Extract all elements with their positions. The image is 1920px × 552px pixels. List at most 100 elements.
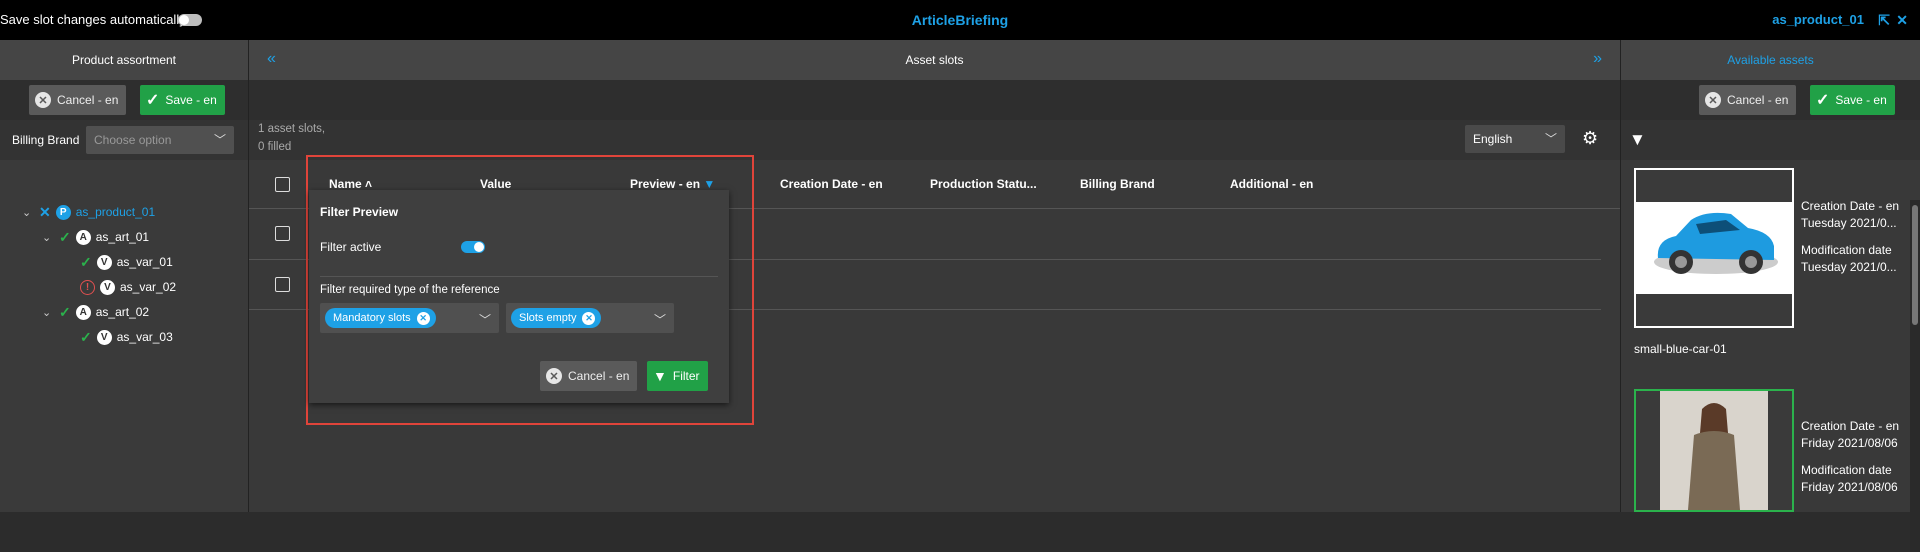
- row-checkbox[interactable]: [275, 226, 290, 241]
- product-assortment-panel: Product assortment ✕ Cancel - en ✓ Save …: [0, 40, 248, 512]
- modified-label: Modification date: [1801, 463, 1892, 477]
- remove-tag-icon[interactable]: ✕: [582, 311, 596, 325]
- tree-label: as_art_01: [95, 230, 150, 244]
- language-select[interactable]: English ﹀: [1465, 125, 1565, 153]
- tree-label: as_art_02: [95, 305, 150, 319]
- article-type-icon: A: [75, 229, 91, 245]
- save-label: Save - en: [165, 93, 217, 107]
- check-icon: ✓: [80, 328, 92, 345]
- collapse-right-icon[interactable]: »: [1593, 50, 1602, 68]
- tree-item-article[interactable]: ⌄ ✓ A as_art_02: [42, 302, 149, 322]
- product-type-icon: P: [55, 204, 71, 220]
- tree-item-article[interactable]: ⌄ ✓ A as_art_01: [42, 227, 149, 247]
- chevron-down-icon[interactable]: ⌄: [42, 306, 54, 319]
- article-type-icon: A: [75, 304, 91, 320]
- panel-title: Asset slots: [249, 40, 1620, 80]
- top-bar: Save slot changes automatically ArticleB…: [0, 0, 1920, 40]
- column-creation-date[interactable]: Creation Date - en: [780, 177, 883, 191]
- tag-label: Slots empty: [519, 312, 577, 324]
- save-label: Save - en: [1835, 93, 1887, 107]
- gear-icon[interactable]: ⚙: [1582, 128, 1598, 149]
- slot-count: 1 asset slots,: [258, 123, 326, 135]
- product-name-link[interactable]: as_product_01: [1772, 12, 1864, 27]
- tree-item-variant[interactable]: ! V as_var_02: [80, 277, 176, 297]
- tag-mandatory-slots[interactable]: Mandatory slots ✕: [325, 308, 436, 328]
- select-all-checkbox[interactable]: [275, 177, 290, 192]
- chevron-down-icon[interactable]: ﹀: [479, 311, 491, 328]
- asset-name: small-blue-car-01: [1634, 342, 1727, 356]
- save-button[interactable]: ✓ Save - en: [1810, 85, 1895, 115]
- filter-button[interactable]: ▼ Filter: [647, 361, 708, 391]
- open-external-icon[interactable]: ⇱: [1878, 12, 1890, 29]
- right-toolbar: ✕ Cancel - en ✓ Save - en: [1621, 80, 1920, 120]
- app-title: ArticleBriefing: [911, 12, 1009, 28]
- divider: [320, 276, 718, 277]
- tag-slots-empty[interactable]: Slots empty ✕: [511, 308, 602, 328]
- language-value: English: [1473, 132, 1513, 146]
- column-production-status[interactable]: Production Statu...: [930, 177, 1037, 191]
- cancel-label: Cancel - en: [57, 93, 119, 107]
- check-icon: ✓: [59, 303, 71, 320]
- modified-value: Friday 2021/08/06: [1801, 480, 1898, 494]
- coat-woman-image: [1636, 391, 1792, 510]
- cancel-button[interactable]: ✕ Cancel - en: [29, 85, 127, 115]
- remove-tag-icon[interactable]: ✕: [416, 311, 430, 325]
- slots-info-bar: 1 asset slots, 0 filled English ﹀ ⚙: [249, 120, 1620, 160]
- chevron-down-icon: ﹀: [1544, 132, 1557, 146]
- chevron-down-icon[interactable]: ﹀: [654, 311, 666, 328]
- panel-title: Available assets: [1621, 40, 1920, 80]
- row-checkbox[interactable]: [275, 277, 290, 292]
- filled-count: 0 filled: [258, 141, 292, 153]
- popup-title: Filter Preview: [320, 205, 399, 219]
- variant-type-icon: V: [100, 279, 115, 295]
- check-icon: ✓: [80, 253, 92, 270]
- save-button[interactable]: ✓ Save - en: [140, 85, 225, 115]
- created-label: Creation Date - en: [1801, 419, 1900, 433]
- variant-type-icon: V: [96, 254, 112, 270]
- tree-label: as_var_03: [116, 330, 173, 344]
- required-type-select[interactable]: Mandatory slots ✕ ﹀: [320, 303, 499, 333]
- billing-bar: Billing Brand Choose option ﹀: [0, 120, 248, 160]
- check-icon: ✓: [59, 228, 71, 245]
- tree-label: as_product_01: [75, 205, 156, 219]
- asset-thumbnail[interactable]: [1634, 389, 1794, 512]
- created-label: Creation Date - en: [1801, 199, 1900, 213]
- asset-meta: Creation Date - en Friday 2021/08/06 Mod…: [1801, 418, 1919, 496]
- tree-item-product[interactable]: ⌄ ✕ P as_product_01: [22, 202, 155, 222]
- popup-cancel-button[interactable]: ✕ Cancel - en: [540, 361, 638, 391]
- cancel-icon: ✕: [1705, 92, 1721, 108]
- asset-thumbnail[interactable]: [1634, 168, 1794, 328]
- column-billing-brand[interactable]: Billing Brand: [1080, 177, 1155, 191]
- cancel-label: Cancel - en: [1727, 93, 1789, 107]
- tree-item-variant[interactable]: ✓ V as_var_01: [80, 252, 173, 272]
- tree-item-variant[interactable]: ✓ V as_var_03: [80, 327, 173, 347]
- collapse-left-icon[interactable]: «: [267, 50, 276, 68]
- filter-icon[interactable]: ▼: [1629, 130, 1646, 150]
- tree-label: as_var_02: [120, 280, 177, 294]
- filter-active-toggle[interactable]: [461, 241, 485, 253]
- chevron-down-icon[interactable]: ⌄: [22, 206, 34, 219]
- close-icon[interactable]: ✕: [1896, 12, 1908, 29]
- assets-filter-bar: ▼: [1621, 120, 1920, 160]
- scrollbar-thumb[interactable]: [1912, 205, 1918, 325]
- cancel-icon: ✕: [546, 368, 562, 384]
- chevron-down-icon[interactable]: ⌄: [42, 231, 54, 244]
- billing-label: Billing Brand: [12, 133, 80, 147]
- column-additional[interactable]: Additional - en: [1230, 177, 1313, 191]
- variant-type-icon: V: [96, 329, 112, 345]
- filter-icon: ▼: [653, 368, 667, 384]
- cancel-button[interactable]: ✕ Cancel - en: [1699, 85, 1797, 115]
- panel-title: Product assortment: [0, 40, 248, 80]
- slot-state-select[interactable]: Slots empty ✕ ﹀: [506, 303, 674, 333]
- billing-brand-select[interactable]: Choose option ﹀: [86, 126, 234, 154]
- tree-label: as_var_01: [116, 255, 173, 269]
- chevron-down-icon: ﹀: [213, 133, 226, 147]
- filter-label: Filter: [672, 369, 700, 383]
- asset-meta: Creation Date - en Tuesday 2021/0... Mod…: [1801, 198, 1919, 276]
- error-icon: !: [80, 279, 95, 295]
- x-mark-icon: ✕: [39, 203, 51, 220]
- available-assets-panel: Available assets ✕ Cancel - en ✓ Save - …: [1621, 40, 1920, 552]
- check-icon: ✓: [146, 92, 160, 109]
- left-toolbar: ✕ Cancel - en ✓ Save - en: [0, 80, 248, 120]
- required-type-label: Filter required type of the reference: [320, 284, 500, 296]
